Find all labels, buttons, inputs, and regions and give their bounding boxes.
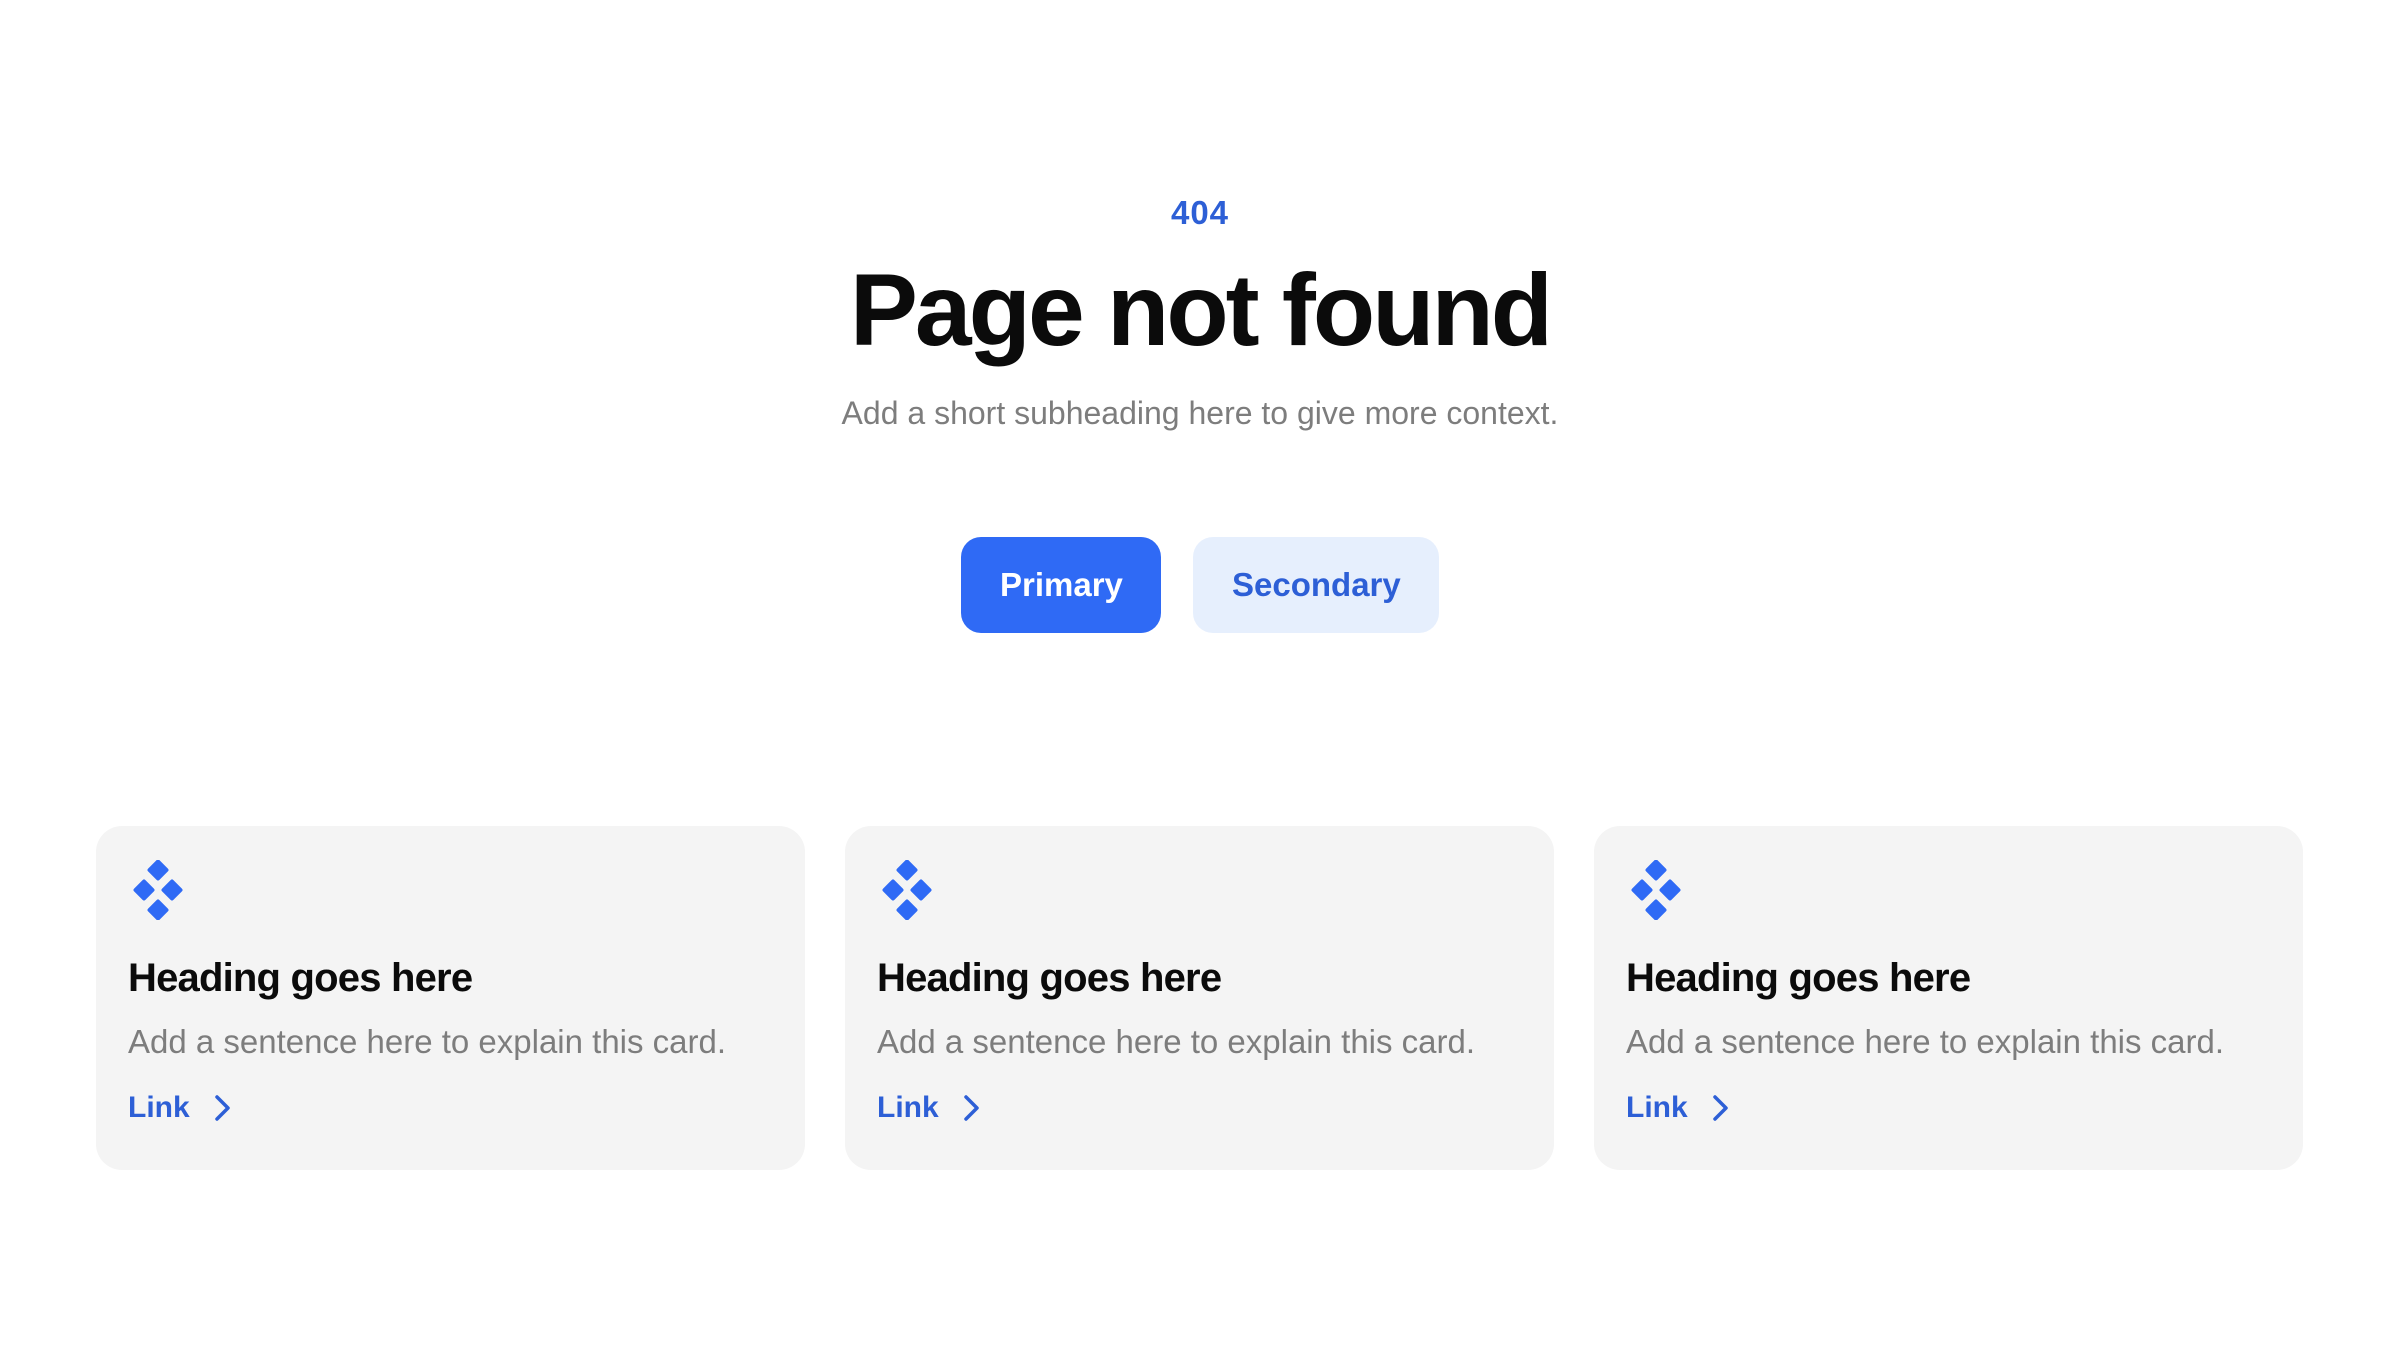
card-link[interactable]: Link	[877, 1091, 983, 1125]
diamond-grid-icon	[882, 860, 932, 920]
chevron-right-icon	[963, 1095, 979, 1121]
diamond-grid-icon	[133, 860, 183, 920]
chevron-right-icon	[214, 1095, 230, 1121]
card-description: Add a sentence here to explain this card…	[877, 1023, 1476, 1060]
card-link[interactable]: Link	[128, 1091, 234, 1125]
not-found-page: 404 Page not found Add a short subheadin…	[0, 0, 2400, 1361]
secondary-button[interactable]: Secondary	[1193, 537, 1439, 633]
card-heading: Heading goes here	[877, 956, 1222, 1000]
error-code: 404	[1170, 194, 1230, 231]
page-subheading: Add a short subheading here to give more…	[841, 395, 1559, 431]
page-title: Page not found	[849, 253, 1553, 367]
diamond-grid-icon	[1631, 860, 1681, 920]
card-description: Add a sentence here to explain this card…	[1626, 1023, 2225, 1060]
chevron-right-icon	[1712, 1095, 1728, 1121]
card-description: Add a sentence here to explain this card…	[128, 1023, 727, 1060]
card: Heading goes here Add a sentence here to…	[1594, 826, 2303, 1170]
card-grid: Heading goes here Add a sentence here to…	[96, 826, 2304, 1170]
card-link-label: Link	[877, 1091, 939, 1124]
card-heading: Heading goes here	[128, 956, 473, 1000]
card-link-label: Link	[128, 1091, 190, 1124]
action-buttons: Primary Secondary	[0, 537, 2400, 633]
primary-button[interactable]: Primary	[961, 537, 1161, 633]
card: Heading goes here Add a sentence here to…	[845, 826, 1554, 1170]
card-heading: Heading goes here	[1626, 956, 1971, 1000]
card-link-label: Link	[1626, 1091, 1688, 1124]
card: Heading goes here Add a sentence here to…	[96, 826, 805, 1170]
card-link[interactable]: Link	[1626, 1091, 1732, 1125]
